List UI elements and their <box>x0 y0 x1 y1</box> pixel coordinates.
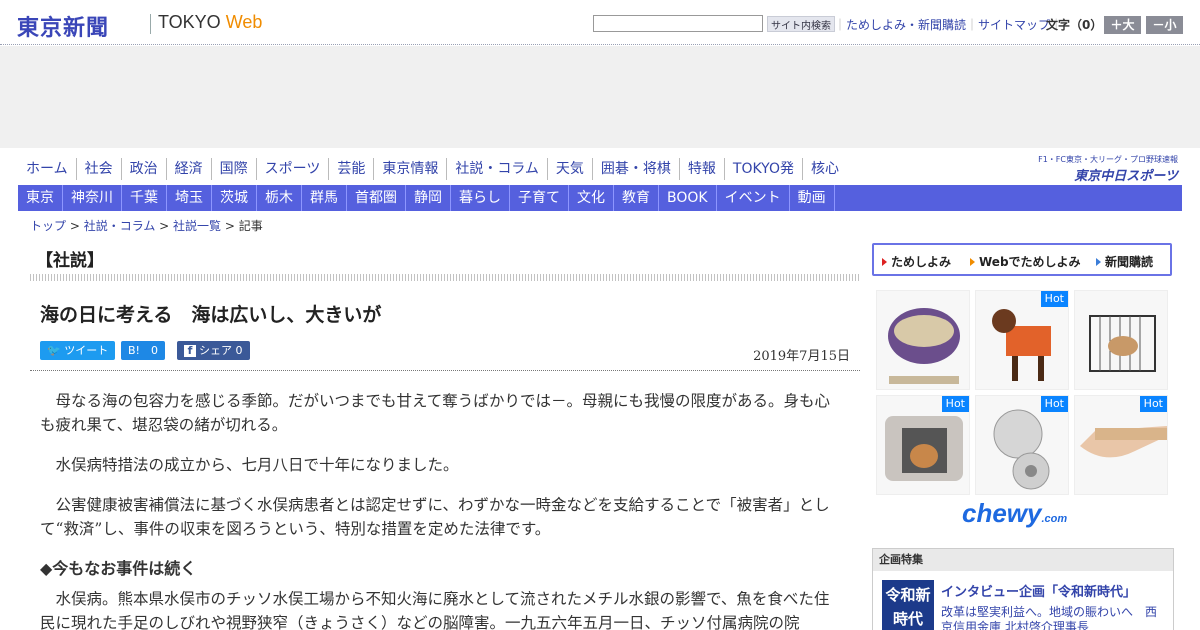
font-size-label: 文字（0） <box>1046 18 1103 32</box>
nav-kakushin[interactable]: 核心 <box>803 158 847 180</box>
breadcrumb-editorial[interactable]: 社説・コラム <box>84 219 156 233</box>
breadcrumb-current: 記事 <box>238 219 263 233</box>
chunichi-sports-link[interactable]: F1・FC東京・大リーグ・プロ野球速報 東京中日スポーツ <box>1028 154 1178 184</box>
promo-heading: 企画特集 <box>873 549 1173 571</box>
nav-society[interactable]: 社会 <box>77 158 122 180</box>
nav-weather[interactable]: 天気 <box>548 158 593 180</box>
product-ad-grid: Hot Hot Hot Hot <box>876 290 1170 500</box>
promo-box: 企画特集 令和新時代 インタビュー企画「令和新時代」 改革は堅実利益へ。地域の賑… <box>872 548 1174 630</box>
section-divider <box>30 274 860 281</box>
section-title: 【社説】 <box>36 251 104 271</box>
breadcrumb-editorial-list[interactable]: 社説一覧 <box>173 219 221 233</box>
breadcrumb-top[interactable]: トップ <box>30 219 66 233</box>
nav-education[interactable]: 教育 <box>614 185 659 211</box>
region-tochigi[interactable]: 栃木 <box>257 185 302 211</box>
web-trial-read-link[interactable]: Webでためしよみ <box>970 253 1081 270</box>
site-logo-english[interactable]: TOKYO Web <box>158 12 262 33</box>
article-paragraph: 水俣病。熊本県水俣市のチッソ水俣工場から不知火海に廃水として流されたメチル水銀の… <box>40 590 830 630</box>
dog-crate-image <box>1089 315 1156 372</box>
logo-divider <box>150 14 151 34</box>
sitemap-link[interactable]: サイトマップ <box>978 18 1050 32</box>
region-saitama[interactable]: 埼玉 <box>167 185 212 211</box>
promo-title-link[interactable]: インタビュー企画「令和新時代」 <box>941 581 1136 600</box>
chewy-logo[interactable]: chewy.com <box>962 498 1067 529</box>
reiwa-promo-image[interactable]: 令和新時代 <box>882 580 934 630</box>
hatena-bookmark-button[interactable]: B! 0 <box>121 341 165 360</box>
nav-tokuho[interactable]: 特報 <box>680 158 725 180</box>
nav-editorial[interactable]: 社説・コラム <box>447 158 548 180</box>
ad-playpen[interactable] <box>876 290 970 390</box>
hot-badge: Hot <box>1040 291 1068 307</box>
breadcrumb: トップ > 社説・コラム > 社説一覧 > 記事 <box>30 219 263 233</box>
nav-tokyo-info[interactable]: 東京情報 <box>374 158 448 180</box>
chunichi-subtitle: F1・FC東京・大リーグ・プロ野球速報 <box>1038 155 1178 164</box>
top-ad-banner[interactable] <box>0 46 1200 148</box>
nav-international[interactable]: 国際 <box>212 158 257 180</box>
region-chiba[interactable]: 千葉 <box>122 185 167 211</box>
region-ibaraki[interactable]: 茨城 <box>212 185 257 211</box>
nav-living[interactable]: 暮らし <box>451 185 510 211</box>
ad-pet-carrier[interactable]: Hot <box>876 395 970 495</box>
region-kanagawa[interactable]: 神奈川 <box>63 185 122 211</box>
nav-book[interactable]: BOOK <box>659 185 717 211</box>
trial-read-link[interactable]: ためしよみ <box>882 253 951 270</box>
site-logo[interactable]: 東京新聞 <box>17 10 109 42</box>
facebook-share-button[interactable]: f シェア 0 <box>177 341 250 360</box>
article-title: 海の日に考える 海は広いし、大きいが <box>40 304 382 326</box>
hot-badge: Hot <box>941 396 969 412</box>
site-header: 東京新聞 TOKYO Web サイト内検索 ｜ためしよみ・新聞購読｜サイトマップ… <box>0 0 1200 45</box>
nav-event[interactable]: イベント <box>717 185 790 211</box>
arrow-icon <box>882 258 887 266</box>
ad-pet-mat[interactable]: Hot <box>1074 395 1168 495</box>
twitter-icon: 🐦 <box>47 344 61 357</box>
search-input[interactable] <box>593 15 763 32</box>
region-nav: 東京 神奈川 千葉 埼玉 茨城 栃木 群馬 首都圏 静岡 暮らし 子育て 文化 … <box>18 185 1182 211</box>
nav-economy[interactable]: 経済 <box>167 158 212 180</box>
subscribe-link[interactable]: 新聞購読 <box>1096 253 1153 270</box>
nav-home[interactable]: ホーム <box>18 158 77 180</box>
article-paragraph: 公害健康被害補償法に基づく水俣病患者とは認定せずに、わずかな一時金などを支給する… <box>40 496 830 538</box>
nav-entertainment[interactable]: 芸能 <box>329 158 375 180</box>
nav-parenting[interactable]: 子育て <box>510 185 569 211</box>
hot-badge: Hot <box>1040 396 1068 412</box>
tweet-button[interactable]: 🐦 ツイート <box>40 341 116 360</box>
font-smaller-button[interactable]: －小 <box>1146 16 1183 34</box>
article-subheading: ◆今もなお事件は続く <box>40 559 197 578</box>
nav-tokyo-hatsu[interactable]: TOKYO発 <box>725 158 803 180</box>
arrow-icon <box>1096 258 1101 266</box>
article-date: 2019年7月15日 <box>753 349 850 364</box>
subscription-box: ためしよみ Webでためしよみ 新聞購読 <box>872 243 1172 276</box>
facebook-icon: f <box>184 345 196 357</box>
playpen-image <box>888 308 960 384</box>
font-bigger-button[interactable]: ＋大 <box>1104 16 1141 34</box>
trial-subscribe-link[interactable]: ためしよみ・新聞購読 <box>846 18 966 32</box>
article-paragraph: 母なる海の包容力を感じる季節。だがいつまでも甘えて奪うばかりでは－。母親にも我慢… <box>40 392 831 434</box>
promo-subtitle-link[interactable]: 改革は堅実利益へ。地域の賑わいへ 西京信用金庫 北村啓介理事長 <box>941 605 1166 630</box>
arrow-icon <box>970 258 975 266</box>
article-divider <box>30 370 860 371</box>
hot-badge: Hot <box>1139 396 1167 412</box>
header-links: ｜ためしよみ・新聞購読｜サイトマップ｜ <box>834 18 1063 32</box>
region-tokyo[interactable]: 東京 <box>18 185 63 211</box>
region-gunma[interactable]: 群馬 <box>302 185 347 211</box>
region-shutoken[interactable]: 首都圏 <box>347 185 406 211</box>
nav-politics[interactable]: 政治 <box>122 158 167 180</box>
article-paragraph: 水俣病特措法の成立から、七月八日で十年になりました。 <box>55 456 459 474</box>
site-search-button[interactable]: サイト内検索 <box>767 16 835 32</box>
nav-sports[interactable]: スポーツ <box>257 158 330 180</box>
chunichi-logo: 東京中日スポーツ <box>1074 169 1178 184</box>
ad-dog-crate[interactable] <box>1074 290 1168 390</box>
nav-video[interactable]: 動画 <box>790 185 835 211</box>
article-body: 母なる海の包容力を感じる季節。だがいつまでも甘えて奪うばかりでは－。母親にも我慢… <box>40 389 842 630</box>
nav-culture[interactable]: 文化 <box>569 185 614 211</box>
nav-igo-shogi[interactable]: 囲碁・将棋 <box>593 158 680 180</box>
ad-dog-vest[interactable]: Hot <box>975 290 1069 390</box>
ad-pet-tag[interactable]: Hot <box>975 395 1069 495</box>
main-nav: ホーム 社会 政治 経済 国際 スポーツ 芸能 東京情報 社説・コラム 天気 囲碁・将棋 特報 TOKY… <box>18 158 847 182</box>
region-shizuoka[interactable]: 静岡 <box>406 185 451 211</box>
